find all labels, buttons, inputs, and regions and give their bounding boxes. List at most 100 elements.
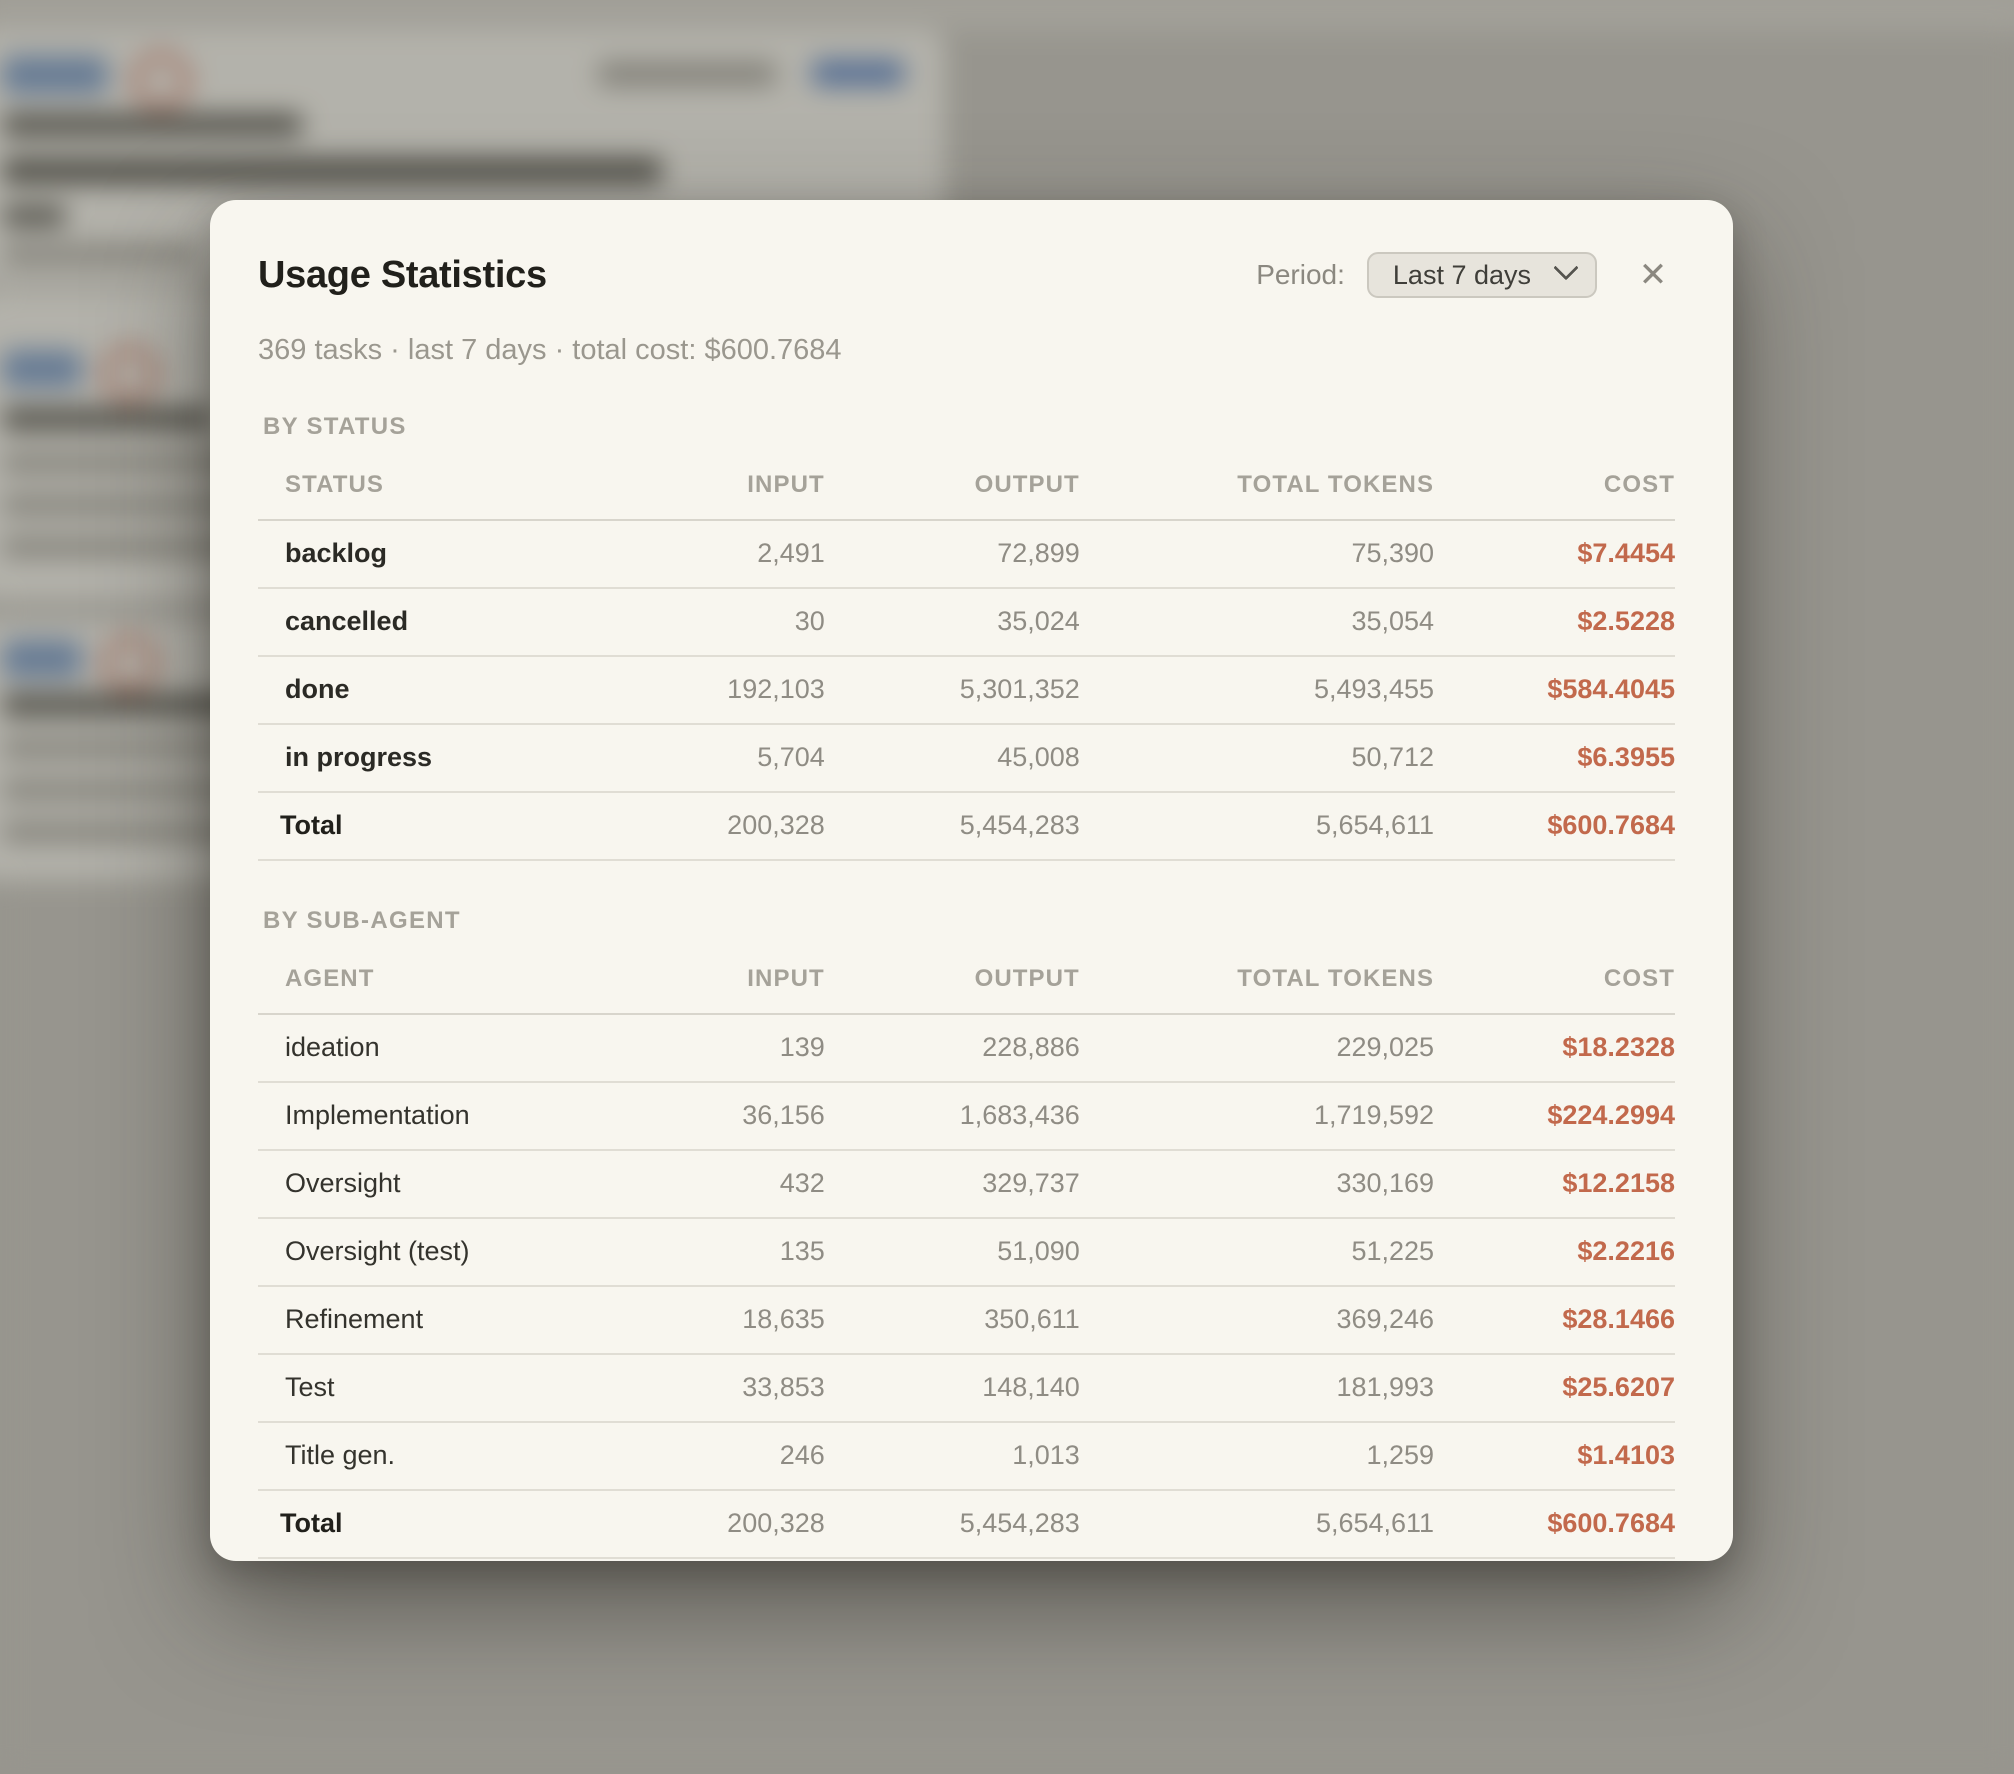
table-row: backlog2,49172,89975,390$7.4454	[258, 520, 1675, 588]
table-row: in progress5,70445,00850,712$6.3955	[258, 724, 1675, 792]
total-tokens-value: 5,493,455	[1080, 656, 1434, 724]
column-header-cost: COST	[1434, 455, 1675, 520]
total-tokens-value: 1,259	[1080, 1422, 1434, 1490]
dialog-header: Usage Statistics Period: Last 7 days ✕	[258, 252, 1675, 298]
column-header-cost: COST	[1434, 949, 1675, 1014]
cost-value: $224.2994	[1434, 1082, 1675, 1150]
output-value: 148,140	[825, 1354, 1080, 1422]
row-label: Oversight (test)	[258, 1218, 570, 1286]
usage-statistics-dialog: Usage Statistics Period: Last 7 days ✕ 3…	[210, 200, 1733, 1561]
output-value: 5,454,283	[825, 1490, 1080, 1558]
column-header-total-tokens: TOTAL TOKENS	[1080, 949, 1434, 1014]
output-value: 1,013	[825, 1422, 1080, 1490]
close-button[interactable]: ✕	[1631, 253, 1675, 297]
total-tokens-value: 50,712	[1080, 724, 1434, 792]
chevron-down-icon	[1553, 255, 1578, 280]
by-status-table: STATUS INPUT OUTPUT TOTAL TOKENS COST ba…	[258, 455, 1675, 861]
cost-value: $2.5228	[1434, 588, 1675, 656]
input-value: 30	[570, 588, 825, 656]
row-label: ideation	[258, 1014, 570, 1082]
input-value: 33,853	[570, 1354, 825, 1422]
cost-value: $600.7684	[1434, 1490, 1675, 1558]
output-value: 45,008	[825, 724, 1080, 792]
by-sub-agent-header-row: AGENT INPUT OUTPUT TOTAL TOKENS COST	[258, 949, 1675, 1014]
output-value: 329,737	[825, 1150, 1080, 1218]
cost-value: $7.4454	[1434, 520, 1675, 588]
period-label: Period:	[1256, 259, 1345, 291]
cost-value: $1.4103	[1434, 1422, 1675, 1490]
total-tokens-value: 369,246	[1080, 1286, 1434, 1354]
row-label: Refinement	[258, 1286, 570, 1354]
column-header-output: OUTPUT	[825, 949, 1080, 1014]
input-value: 18,635	[570, 1286, 825, 1354]
close-icon: ✕	[1639, 255, 1668, 295]
input-value: 139	[570, 1014, 825, 1082]
row-label: backlog	[258, 520, 570, 588]
table-row: Test33,853148,140181,993$25.6207	[258, 1354, 1675, 1422]
page-title: Usage Statistics	[258, 254, 1256, 297]
table-row: Oversight (test)13551,09051,225$2.2216	[258, 1218, 1675, 1286]
column-header-total-tokens: TOTAL TOKENS	[1080, 455, 1434, 520]
column-header-output: OUTPUT	[825, 455, 1080, 520]
column-header-agent: AGENT	[258, 949, 570, 1014]
total-tokens-value: 330,169	[1080, 1150, 1434, 1218]
table-row: Implementation36,1561,683,4361,719,592$2…	[258, 1082, 1675, 1150]
table-row: Title gen.2461,0131,259$1.4103	[258, 1422, 1675, 1490]
row-label: Total	[258, 1490, 570, 1558]
input-value: 2,491	[570, 520, 825, 588]
total-row: Total200,3285,454,2835,654,611$600.7684	[258, 1490, 1675, 1558]
total-tokens-value: 229,025	[1080, 1014, 1434, 1082]
total-tokens-value: 181,993	[1080, 1354, 1434, 1422]
total-tokens-value: 1,719,592	[1080, 1082, 1434, 1150]
table-row: done192,1035,301,3525,493,455$584.4045	[258, 656, 1675, 724]
output-value: 228,886	[825, 1014, 1080, 1082]
cost-value: $28.1466	[1434, 1286, 1675, 1354]
output-value: 35,024	[825, 588, 1080, 656]
table-row: Oversight432329,737330,169$12.2158	[258, 1150, 1675, 1218]
row-label: Total	[258, 792, 570, 860]
total-tokens-value: 35,054	[1080, 588, 1434, 656]
row-label: Title gen.	[258, 1422, 570, 1490]
row-label: Oversight	[258, 1150, 570, 1218]
total-row: Total200,3285,454,2835,654,611$600.7684	[258, 792, 1675, 860]
row-label: in progress	[258, 724, 570, 792]
cost-value: $584.4045	[1434, 656, 1675, 724]
cost-value: $2.2216	[1434, 1218, 1675, 1286]
row-label: Implementation	[258, 1082, 570, 1150]
column-header-input: INPUT	[570, 455, 825, 520]
row-label: Test	[258, 1354, 570, 1422]
row-label: done	[258, 656, 570, 724]
input-value: 192,103	[570, 656, 825, 724]
cost-value: $6.3955	[1434, 724, 1675, 792]
output-value: 51,090	[825, 1218, 1080, 1286]
row-label: cancelled	[258, 588, 570, 656]
by-status-header-row: STATUS INPUT OUTPUT TOTAL TOKENS COST	[258, 455, 1675, 520]
column-header-status: STATUS	[258, 455, 570, 520]
usage-summary: 369 tasks · last 7 days · total cost: $6…	[258, 334, 1675, 367]
input-value: 200,328	[570, 1490, 825, 1558]
input-value: 36,156	[570, 1082, 825, 1150]
section-label-by-status: BY STATUS	[263, 413, 1675, 441]
total-tokens-value: 75,390	[1080, 520, 1434, 588]
table-row: cancelled3035,02435,054$2.5228	[258, 588, 1675, 656]
input-value: 432	[570, 1150, 825, 1218]
output-value: 72,899	[825, 520, 1080, 588]
output-value: 350,611	[825, 1286, 1080, 1354]
period-select-value: Last 7 days	[1393, 260, 1531, 291]
table-row: Refinement18,635350,611369,246$28.1466	[258, 1286, 1675, 1354]
cost-value: $12.2158	[1434, 1150, 1675, 1218]
total-tokens-value: 5,654,611	[1080, 792, 1434, 860]
cost-value: $25.6207	[1434, 1354, 1675, 1422]
input-value: 5,704	[570, 724, 825, 792]
output-value: 1,683,436	[825, 1082, 1080, 1150]
output-value: 5,454,283	[825, 792, 1080, 860]
cost-value: $600.7684	[1434, 792, 1675, 860]
total-tokens-value: 51,225	[1080, 1218, 1434, 1286]
cost-value: $18.2328	[1434, 1014, 1675, 1082]
column-header-input: INPUT	[570, 949, 825, 1014]
table-row: ideation139228,886229,025$18.2328	[258, 1014, 1675, 1082]
input-value: 135	[570, 1218, 825, 1286]
input-value: 200,328	[570, 792, 825, 860]
period-select[interactable]: Last 7 days	[1367, 252, 1597, 298]
section-label-by-sub-agent: BY SUB-AGENT	[263, 907, 1675, 935]
